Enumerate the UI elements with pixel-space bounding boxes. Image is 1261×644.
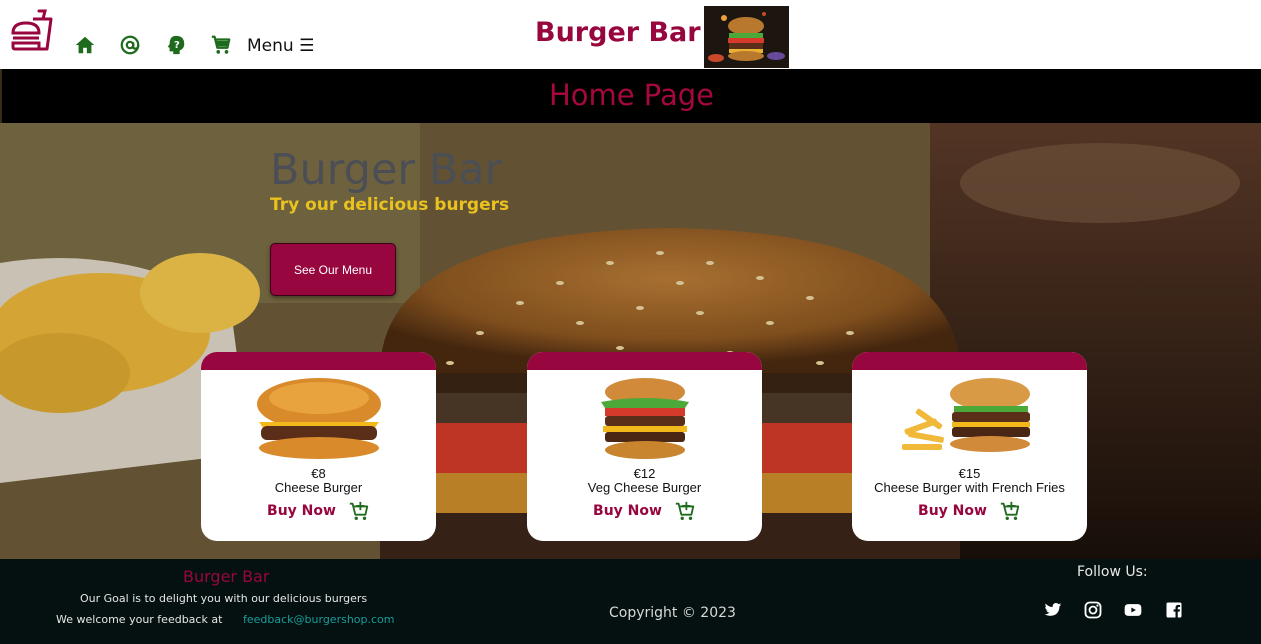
product-card: €12 Veg Cheese Burger Buy Now [527,352,762,541]
page-footer: Burger Bar Our Goal is to delight you wi… [0,559,1261,644]
page-title-bar: Home Page [0,69,1261,123]
page-title: Home Page [548,78,715,112]
add-to-cart-icon[interactable] [999,500,1021,522]
copyright-text: Copyright © 2023 [609,605,736,621]
card-header-bar [852,352,1087,370]
top-header: ? Menu ☰ Burger Bar [0,0,1261,69]
hero-subtitle: Try our delicious burgers [270,195,510,215]
buy-now-row: Buy Now [201,500,436,522]
buy-now-link[interactable]: Buy Now [918,503,987,519]
at-icon[interactable] [119,34,141,56]
buy-now-link[interactable]: Buy Now [593,503,662,519]
card-header-bar [201,352,436,370]
buy-now-link[interactable]: Buy Now [267,503,336,519]
card-product-name: Cheese Burger [274,480,363,495]
feedback-email-link[interactable]: feedback@burgershop.com [243,613,395,626]
home-icon[interactable] [74,34,96,56]
cart-icon[interactable] [210,34,232,56]
footer-feedback-text: We welcome your feedback at [56,613,223,626]
product-card: €8 Cheese Burger Buy Now [201,352,436,541]
add-to-cart-icon[interactable] [674,500,696,522]
footer-goal-text: Our Goal is to delight you with our deli… [80,592,368,605]
header-brand-title: Burger Bar [535,17,701,48]
card-product-name: Veg Cheese Burger [587,480,702,495]
burger-with-fries-image [901,378,1030,452]
hero-section: Burger Bar Try our delicious burgers See… [0,123,1261,559]
see-our-menu-button[interactable]: See Our Menu [270,243,396,296]
facebook-icon[interactable] [1164,600,1184,620]
follow-us-label: Follow Us: [1077,564,1148,580]
youtube-icon[interactable] [1123,600,1143,620]
help-icon[interactable]: ? [165,34,187,56]
card-header-bar [527,352,762,370]
footer-brand: Burger Bar [183,567,270,586]
card-price: €12 [633,466,656,481]
buy-now-row: Buy Now [852,500,1087,522]
fast-food-logo-icon[interactable] [9,9,53,53]
hero-title: Burger Bar [270,145,503,195]
veg-cheese-burger-image [600,378,689,459]
burger-thumbnail-image [704,6,789,68]
svg-text:?: ? [174,40,180,51]
card-price: €8 [311,466,326,481]
cheese-burger-image [256,378,381,459]
menu-toggle[interactable]: Menu ☰ [247,36,314,56]
product-card: €15 Cheese Burger with French Fries Buy … [852,352,1087,541]
twitter-icon[interactable] [1043,600,1063,620]
card-product-name: Cheese Burger with French Fries [874,480,1065,495]
instagram-icon[interactable] [1083,600,1103,620]
buy-now-row: Buy Now [527,500,762,522]
add-to-cart-icon[interactable] [348,500,370,522]
card-price: €15 [958,466,981,481]
